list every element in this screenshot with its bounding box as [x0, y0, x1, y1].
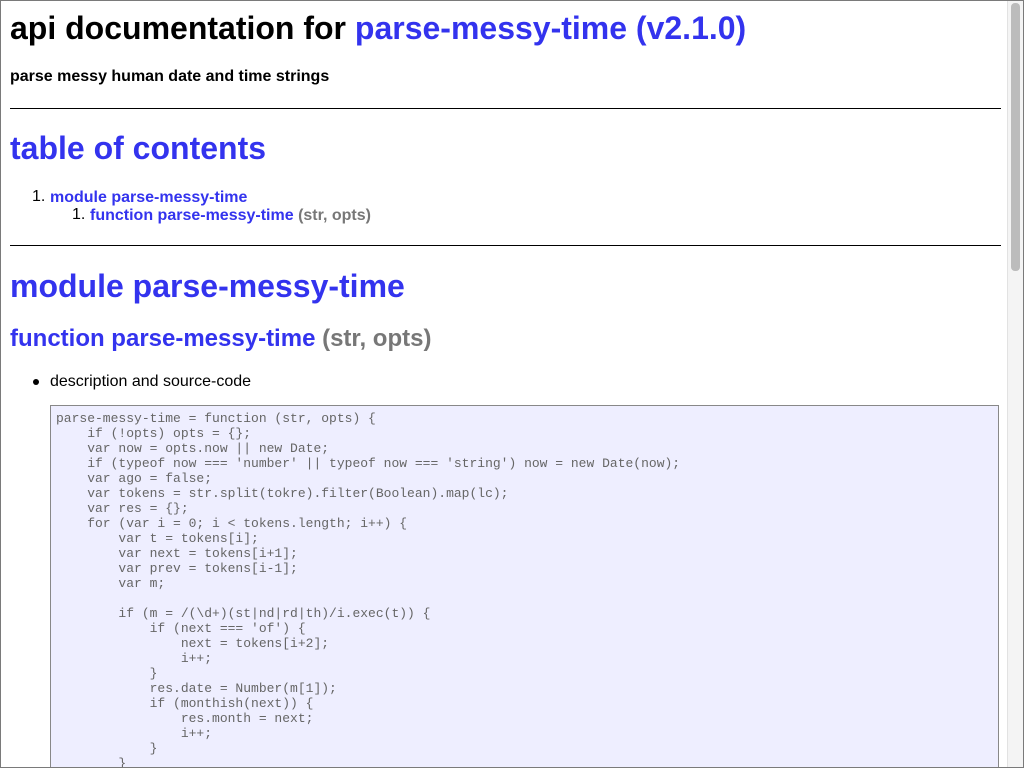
code-line: var tokens = str.split(tokre).filter(Boo…: [56, 486, 509, 501]
code-line: var t = tokens[i];: [56, 531, 259, 546]
code-line: i++;: [56, 726, 213, 741]
code-line: next = tokens[i+2];: [56, 636, 330, 651]
code-line: }: [56, 756, 127, 768]
code-line: i++;: [56, 651, 213, 666]
code-line: var res = {};: [56, 501, 189, 516]
toc-heading-link[interactable]: table of contents: [10, 130, 266, 166]
page-title: api documentation for parse-messy-time (…: [10, 9, 746, 47]
scrollbar-thumb[interactable]: [1011, 3, 1020, 271]
function-heading: function parse-messy-time (str, opts): [10, 324, 431, 354]
browser-viewport: api documentation for parse-messy-time (…: [0, 0, 1024, 768]
source-code-block: parse-messy-time = function (str, opts) …: [50, 405, 999, 768]
code-line: if (typeof now === 'number' || typeof no…: [56, 456, 681, 471]
toc-row-module: module parse-messy-time: [50, 188, 247, 207]
code-line: var prev = tokens[i-1];: [56, 561, 298, 576]
code-line: if (!opts) opts = {};: [56, 426, 252, 441]
toc-item-number: 1.: [72, 206, 86, 223]
module-heading-link[interactable]: module parse-messy-time: [10, 268, 405, 304]
code-line: parse-messy-time = function (str, opts) …: [56, 411, 376, 426]
bullet-label: description and source-code: [50, 373, 252, 390]
code-line: var now = opts.now || new Date;: [56, 441, 330, 456]
code-line: }: [56, 666, 158, 681]
code-line: if (monthish(next)) {: [56, 696, 314, 711]
toc-item-number: 1.: [32, 188, 46, 205]
toc-link-module[interactable]: module parse-messy-time: [50, 189, 247, 206]
toc-row-function: function parse-messy-time (str, opts): [90, 206, 371, 225]
code-line: res.month = next;: [56, 711, 314, 726]
toc-heading: table of contents: [10, 129, 266, 167]
code-line: res.date = Number(m[1]);: [56, 681, 337, 696]
code-line: if (m = /(\d+)(st|nd|rd|th)/i.exec(t)) {: [56, 606, 431, 621]
function-args: (str, opts): [322, 325, 432, 352]
toc-function-args: (str, opts): [298, 207, 371, 224]
code-line: }: [56, 741, 158, 756]
code-line: if (next === 'of') {: [56, 621, 306, 636]
code-line: for (var i = 0; i < tokens.length; i++) …: [56, 516, 408, 531]
bullet-icon: [33, 379, 39, 385]
list-item: description and source-code: [33, 372, 252, 391]
divider: [10, 245, 1001, 246]
code-line: var m;: [56, 576, 166, 591]
code-line: var ago = false;: [56, 471, 213, 486]
code-line: var next = tokens[i+1];: [56, 546, 298, 561]
toc-link-function[interactable]: function parse-messy-time: [90, 207, 294, 224]
page-title-prefix: api documentation for: [10, 10, 346, 46]
package-link[interactable]: parse-messy-time (v2.1.0): [355, 10, 746, 46]
module-heading: module parse-messy-time: [10, 267, 405, 305]
source-code: parse-messy-time = function (str, opts) …: [51, 406, 998, 768]
vertical-scrollbar[interactable]: [1007, 1, 1023, 767]
function-heading-link[interactable]: function parse-messy-time: [10, 325, 315, 352]
package-description: parse messy human date and time strings: [10, 68, 330, 85]
divider: [10, 108, 1001, 109]
